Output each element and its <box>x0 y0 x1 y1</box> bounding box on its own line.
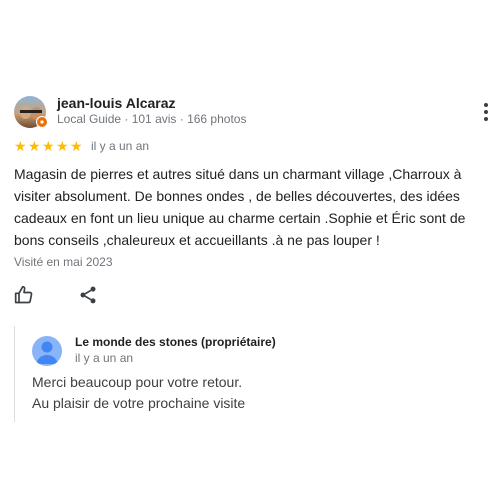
owner-name: Le monde des stones (propriétaire) <box>75 335 276 349</box>
reply-line-1: Merci beaucoup pour votre retour. <box>32 374 243 390</box>
author-name[interactable]: jean-louis Alcaraz <box>57 95 176 111</box>
star-icon: ★ <box>28 137 41 154</box>
review-text: Magasin de pierres et autres situé dans … <box>14 166 466 248</box>
reply-line-2: Au plaisir de votre prochaine visite <box>32 395 246 411</box>
star-icon: ★ <box>56 137 69 154</box>
owner-avatar-icon <box>32 336 62 366</box>
share-icon[interactable] <box>78 285 98 305</box>
local-guide-badge-icon <box>36 116 48 128</box>
star-icon: ★ <box>14 137 27 154</box>
author-avatar[interactable] <box>14 96 48 128</box>
review-time: il y a un an <box>91 139 150 153</box>
owner-reply-text: Merci beaucoup pour votre retour. Au pla… <box>32 372 482 414</box>
star-icon: ★ <box>42 137 55 154</box>
author-meta: Local Guide · 101 avis · 166 photos <box>57 112 247 126</box>
star-rating: ★ ★ ★ ★ ★ <box>14 137 83 154</box>
review-card: jean-louis Alcaraz Local Guide · 101 avi… <box>0 0 500 500</box>
reply-divider <box>14 326 15 422</box>
owner-reply-time: il y a un an <box>75 351 134 365</box>
thumb-up-icon[interactable] <box>14 285 34 305</box>
rating-row: ★ ★ ★ ★ ★ il y a un an <box>14 138 149 154</box>
visit-date: Visité en mai 2023 <box>14 255 113 269</box>
star-icon: ★ <box>70 137 83 154</box>
more-options-icon[interactable] <box>478 101 494 123</box>
